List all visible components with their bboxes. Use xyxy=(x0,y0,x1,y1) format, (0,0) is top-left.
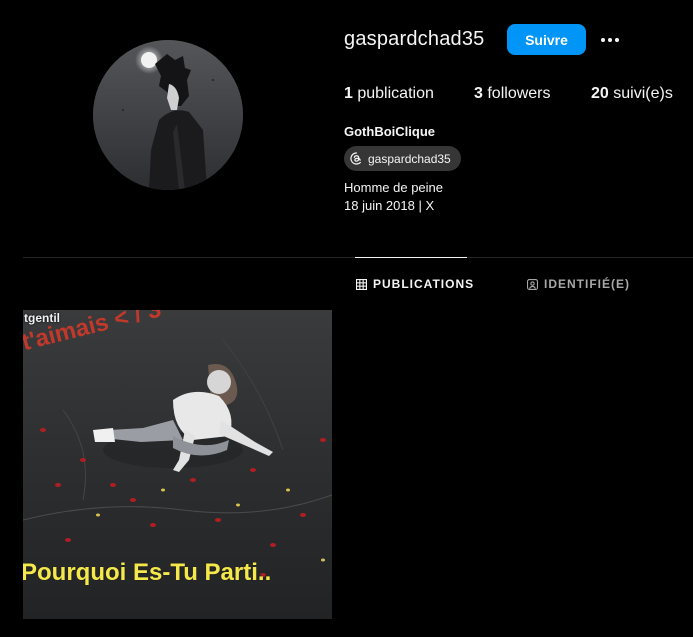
tab-tagged[interactable]: IDENTIFIÉ(E) xyxy=(527,277,630,291)
more-options-icon-dot xyxy=(615,38,619,42)
following-label: suivi(e)s xyxy=(613,85,673,102)
avatar-illustration xyxy=(93,40,243,190)
threads-link[interactable]: gaspardchad35 xyxy=(344,146,461,171)
profile-avatar[interactable] xyxy=(93,40,243,190)
active-tab-indicator xyxy=(355,257,467,258)
followers-label: followers xyxy=(487,85,551,102)
profile-username: gaspardchad35 xyxy=(344,28,485,50)
post-thumbnail[interactable]: tgentil t'aimais < / 3 Pourquoi Es-Tu Pa… xyxy=(23,310,332,619)
posts-count-value: 1 xyxy=(344,85,353,102)
posts-count-stat: 1 publication xyxy=(344,85,434,103)
followers-stat[interactable]: 3 followers xyxy=(474,85,551,103)
threads-handle: gaspardchad35 xyxy=(368,151,451,166)
tab-tagged-label: IDENTIFIÉ(E) xyxy=(544,277,630,291)
grid-icon xyxy=(356,278,367,290)
tab-publications-label: PUBLICATIONS xyxy=(373,277,475,291)
more-options-button[interactable] xyxy=(597,29,623,51)
bio-line: Homme de peine xyxy=(344,180,443,195)
following-stat[interactable]: 20 suivi(e)s xyxy=(591,85,673,103)
threads-icon xyxy=(350,152,361,165)
tagged-icon xyxy=(527,278,538,290)
follow-button[interactable]: Suivre xyxy=(507,24,586,55)
profile-page: gaspardchad35 Suivre 1 publication 3 fol… xyxy=(0,0,693,637)
more-options-icon xyxy=(601,38,605,42)
profile-full-name: GothBoiClique xyxy=(344,124,435,139)
bio-line: 18 juin 2018 | X xyxy=(344,198,435,213)
post-caption-bottom: Pourquoi Es-Tu Parti.. xyxy=(23,559,272,586)
posts-count-label: publication xyxy=(357,85,434,102)
tab-publications[interactable]: PUBLICATIONS xyxy=(356,277,474,291)
following-count-value: 20 xyxy=(591,85,609,102)
more-options-icon-dot xyxy=(608,38,612,42)
followers-count-value: 3 xyxy=(474,85,483,102)
